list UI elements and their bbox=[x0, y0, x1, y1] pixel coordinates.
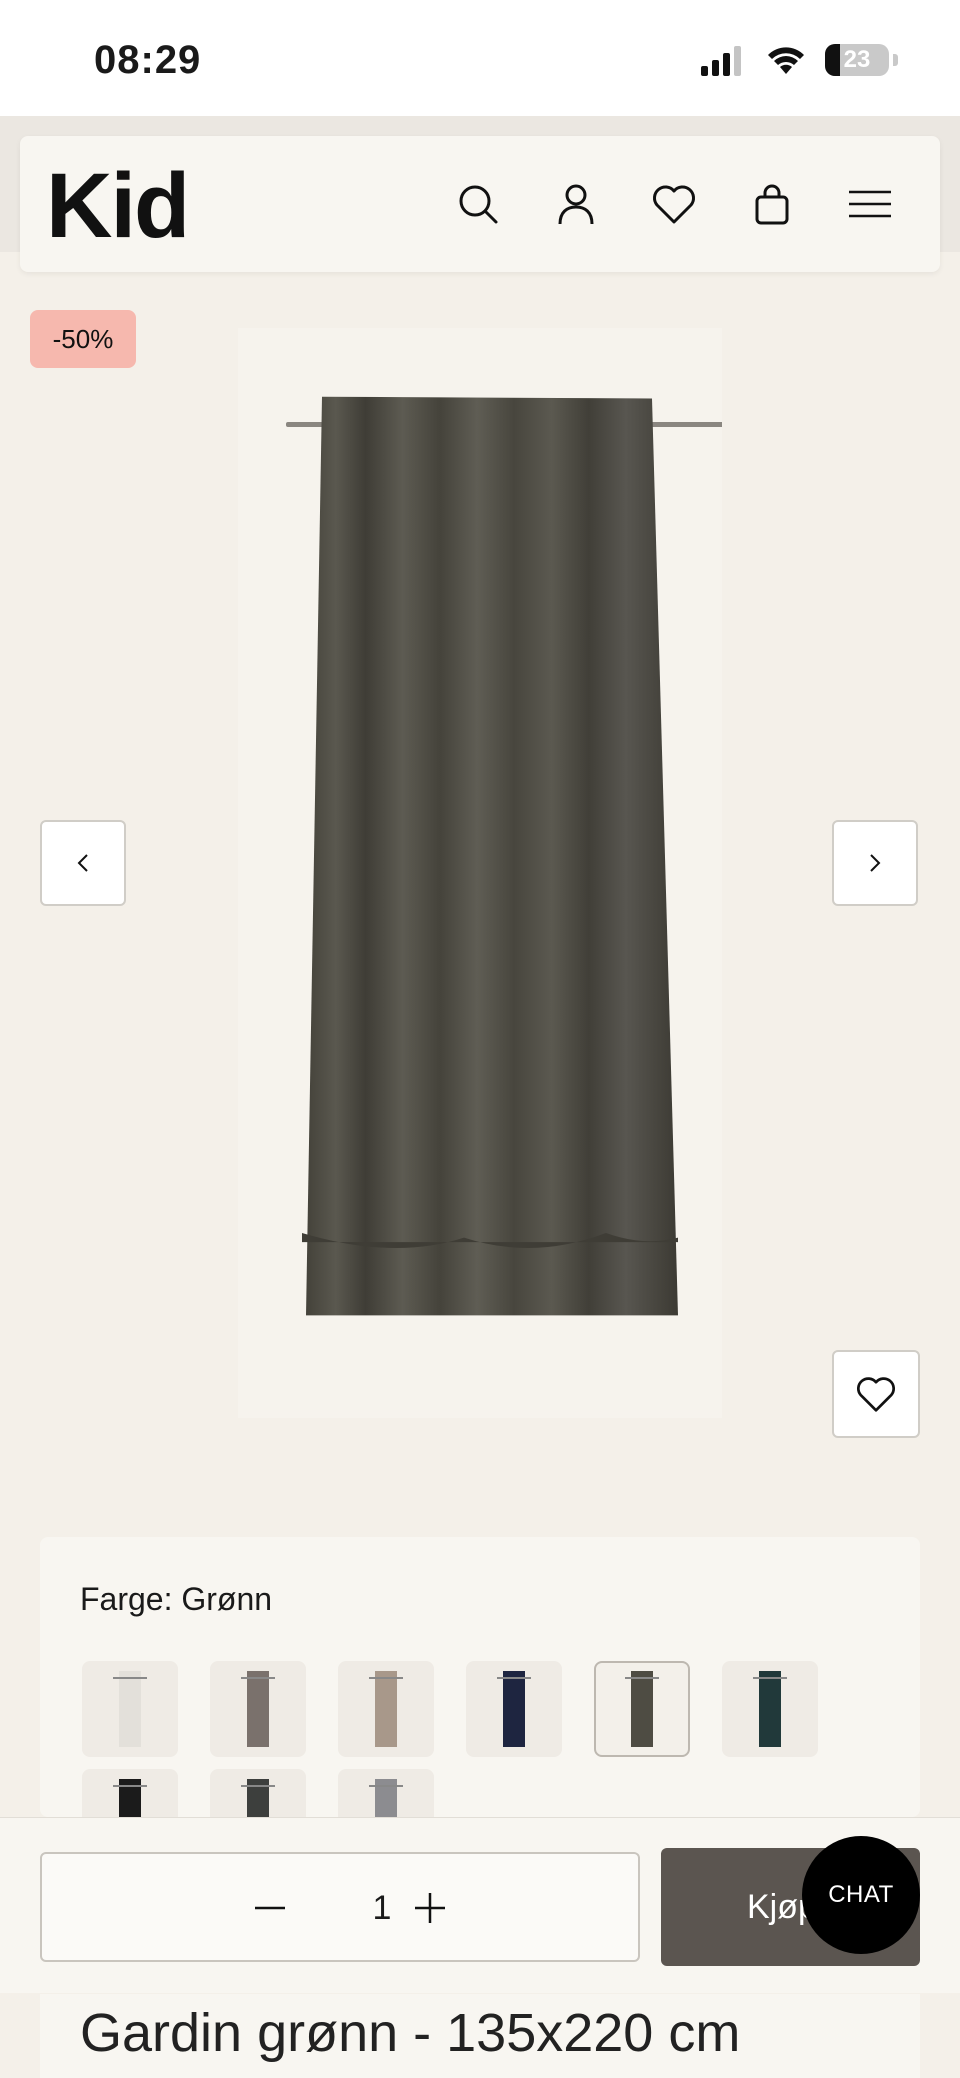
product-title: Gardin grønn - 135x220 cm bbox=[80, 2003, 741, 2063]
heart-icon bbox=[857, 1377, 895, 1412]
battery-icon: 23 bbox=[825, 44, 889, 76]
product-gallery bbox=[0, 272, 960, 1452]
product-image bbox=[238, 328, 724, 1418]
search-icon[interactable] bbox=[450, 176, 506, 232]
plus-icon bbox=[415, 1893, 445, 1923]
color-swatch[interactable] bbox=[210, 1769, 306, 1817]
swatch-curtain-thumbnail bbox=[241, 1779, 275, 1817]
quantity-stepper: 1 bbox=[40, 1852, 640, 1962]
decrease-quantity-button[interactable] bbox=[242, 1880, 298, 1936]
curtain-image bbox=[286, 396, 724, 1316]
swatch-curtain-thumbnail bbox=[113, 1671, 147, 1747]
color-swatch[interactable] bbox=[466, 1661, 562, 1757]
swatch-curtain-thumbnail bbox=[113, 1779, 147, 1817]
gallery-next-button[interactable] bbox=[832, 820, 918, 906]
color-swatch[interactable] bbox=[210, 1661, 306, 1757]
color-label-value: Grønn bbox=[181, 1581, 273, 1617]
color-swatch[interactable] bbox=[338, 1769, 434, 1817]
chat-button[interactable]: CHAT bbox=[802, 1836, 920, 1954]
add-to-wishlist-button[interactable] bbox=[832, 1350, 920, 1438]
signal-icon bbox=[701, 46, 741, 76]
chevron-right-icon bbox=[870, 854, 881, 872]
color-swatch[interactable] bbox=[82, 1769, 178, 1817]
increase-quantity-button[interactable] bbox=[402, 1880, 458, 1936]
site-header: Kid bbox=[20, 136, 940, 272]
swatch-curtain-thumbnail bbox=[753, 1671, 787, 1747]
chevron-left-icon bbox=[77, 854, 88, 872]
status-icons: 23 bbox=[699, 44, 898, 76]
product-info-card: Gardin grønn - 135x220 cm bbox=[40, 1994, 920, 2078]
color-label-key: Farge: bbox=[80, 1581, 173, 1617]
color-swatch[interactable] bbox=[82, 1661, 178, 1757]
battery-tip bbox=[893, 54, 898, 66]
swatch-curtain-thumbnail bbox=[241, 1671, 275, 1747]
bag-icon[interactable] bbox=[744, 176, 800, 232]
discount-badge: -50% bbox=[30, 310, 136, 368]
heart-icon[interactable] bbox=[646, 176, 702, 232]
menu-icon[interactable] bbox=[842, 176, 898, 232]
status-time: 08:29 bbox=[94, 38, 202, 82]
color-selector: Farge: Grønn bbox=[40, 1537, 920, 1817]
swatch-curtain-thumbnail bbox=[497, 1671, 531, 1747]
battery-level: 23 bbox=[843, 46, 871, 73]
swatch-curtain-thumbnail bbox=[369, 1671, 403, 1747]
minus-icon bbox=[255, 1906, 285, 1910]
swatch-curtain-thumbnail bbox=[369, 1779, 403, 1817]
wifi-icon bbox=[768, 47, 804, 74]
swatch-curtain-thumbnail bbox=[625, 1671, 659, 1747]
user-icon[interactable] bbox=[548, 176, 604, 232]
status-bar: 08:29 23 bbox=[0, 0, 960, 116]
color-swatch[interactable] bbox=[338, 1661, 434, 1757]
gallery-prev-button[interactable] bbox=[40, 820, 126, 906]
color-label: Farge: Grønn bbox=[80, 1581, 272, 1618]
logo[interactable]: Kid bbox=[46, 156, 190, 256]
color-swatch[interactable] bbox=[594, 1661, 690, 1757]
color-swatch[interactable] bbox=[722, 1661, 818, 1757]
